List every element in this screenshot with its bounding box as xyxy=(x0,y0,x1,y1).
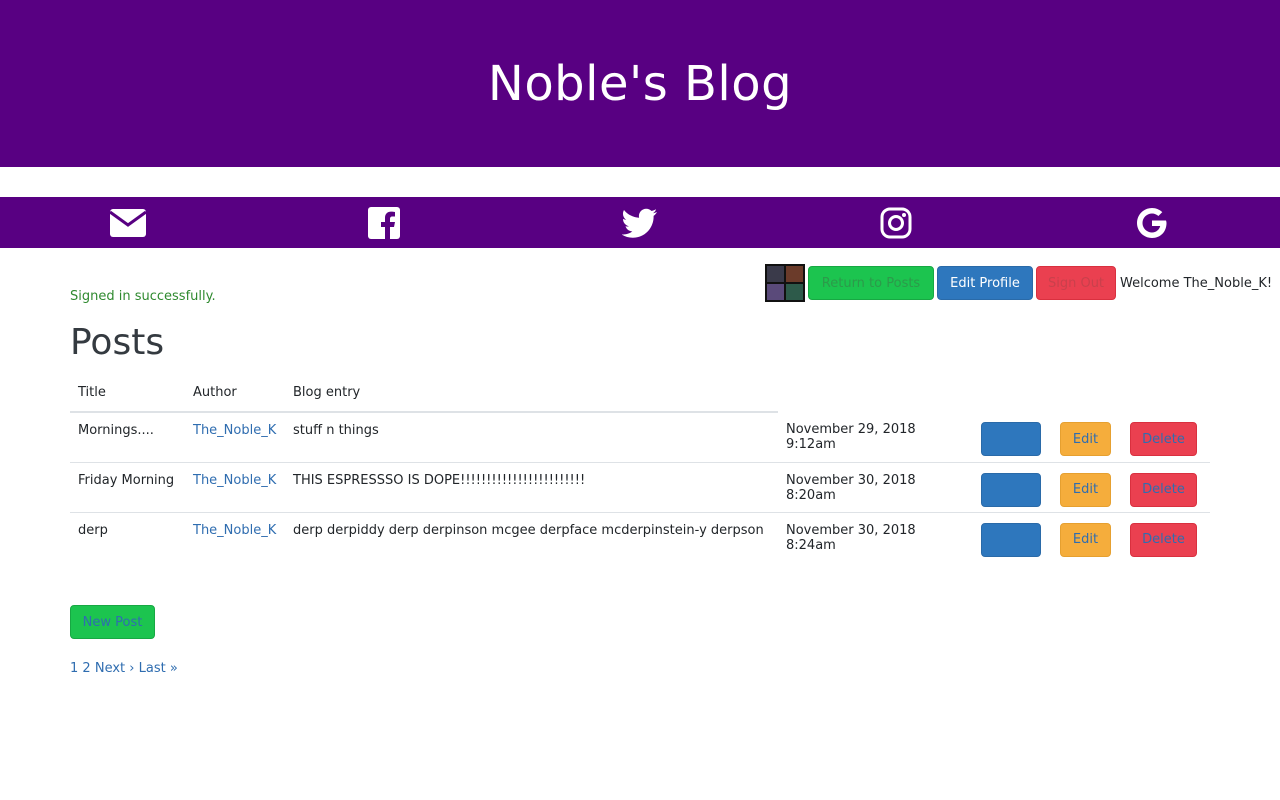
column-header-empty xyxy=(1122,374,1210,412)
column-header-author: Author xyxy=(185,374,285,413)
edit-button[interactable]: Edit xyxy=(1060,422,1111,456)
post-author-link[interactable]: The_Noble_K xyxy=(193,523,276,538)
delete-cell: Delete xyxy=(1122,511,1210,562)
delete-button[interactable]: Delete xyxy=(1130,422,1197,456)
edit-cell: Edit xyxy=(1052,511,1122,562)
post-entry: stuff n things xyxy=(293,423,379,438)
welcome-message: Welcome The_Noble_K! xyxy=(1120,275,1273,291)
post-title: Friday Morning xyxy=(70,461,185,512)
table-row: Mornings.... The_Noble_K stuff n things … xyxy=(70,412,1210,462)
post-author-link[interactable]: The_Noble_K xyxy=(193,473,276,488)
edit-profile-button[interactable]: Edit Profile xyxy=(937,266,1033,300)
delete-cell: Delete xyxy=(1122,412,1210,462)
site-header: Noble's Blog xyxy=(0,0,1280,167)
column-header-empty xyxy=(973,374,1052,412)
post-author-cell: The_Noble_K xyxy=(185,461,285,512)
column-header-title: Title xyxy=(70,374,185,413)
delete-cell: Delete xyxy=(1122,461,1210,512)
page-current: 1 xyxy=(70,661,79,676)
site-title: Noble's Blog xyxy=(487,55,793,112)
twitter-icon[interactable] xyxy=(620,203,660,243)
edit-button[interactable]: Edit xyxy=(1060,472,1111,507)
pagination: 1 2 Next › Last » xyxy=(70,661,178,676)
user-bar: Return to Posts Edit Profile Sign Out We… xyxy=(765,264,1272,302)
post-date: November 30, 2018 8:20am xyxy=(778,461,973,512)
show-button[interactable] xyxy=(981,472,1041,507)
post-author-link[interactable]: The_Noble_K xyxy=(193,423,276,438)
avatar[interactable] xyxy=(765,264,805,302)
edit-button[interactable]: Edit xyxy=(1060,522,1111,557)
instagram-icon[interactable] xyxy=(876,203,916,243)
table-header-row: Title Author Blog entry xyxy=(70,374,1210,413)
flash-notice: Signed in successfully. xyxy=(70,289,216,304)
column-header-entry: Blog entry xyxy=(285,374,778,413)
google-icon[interactable] xyxy=(1132,203,1172,243)
post-title: Mornings.... xyxy=(78,423,154,438)
edit-cell: Edit xyxy=(1052,461,1122,512)
post-entry: THIS ESPRESSSO IS DOPE!!!!!!!!!!!!!!!!!!… xyxy=(285,461,778,512)
post-title: derp xyxy=(70,511,185,562)
posts-table: Title Author Blog entry Mornings.... The… xyxy=(70,374,1210,562)
post-date: November 29, 2018 9:12am xyxy=(786,422,916,452)
post-date: November 30, 2018 8:24am xyxy=(778,511,973,562)
return-to-posts-button[interactable]: Return to Posts xyxy=(808,266,934,300)
delete-button[interactable]: Delete xyxy=(1130,522,1197,557)
sign-out-button[interactable]: Sign Out xyxy=(1036,266,1116,300)
last-page-link[interactable]: Last » xyxy=(139,661,178,676)
page-title: Posts xyxy=(70,322,165,363)
post-author-cell: The_Noble_K xyxy=(185,511,285,562)
show-cell xyxy=(973,461,1052,512)
next-page-link[interactable]: Next › xyxy=(95,661,135,676)
post-author-cell: The_Noble_K xyxy=(185,412,285,462)
post-entry: derp derpiddy derp derpinson mcgee derpf… xyxy=(285,511,778,562)
facebook-icon[interactable] xyxy=(364,203,404,243)
column-header-empty xyxy=(1052,374,1122,412)
show-cell xyxy=(973,412,1052,462)
show-button[interactable] xyxy=(981,422,1041,456)
column-header-empty xyxy=(778,374,973,412)
new-post-button[interactable]: New Post xyxy=(70,605,155,639)
show-cell xyxy=(973,511,1052,562)
social-bar xyxy=(0,197,1280,248)
table-row: Friday Morning The_Noble_K THIS ESPRESSS… xyxy=(70,461,1210,512)
show-button[interactable] xyxy=(981,522,1041,557)
edit-cell: Edit xyxy=(1052,412,1122,462)
table-row: derp The_Noble_K derp derpiddy derp derp… xyxy=(70,511,1210,562)
envelope-icon[interactable] xyxy=(108,203,148,243)
delete-button[interactable]: Delete xyxy=(1130,472,1197,507)
page-link-2[interactable]: 2 xyxy=(82,661,90,676)
